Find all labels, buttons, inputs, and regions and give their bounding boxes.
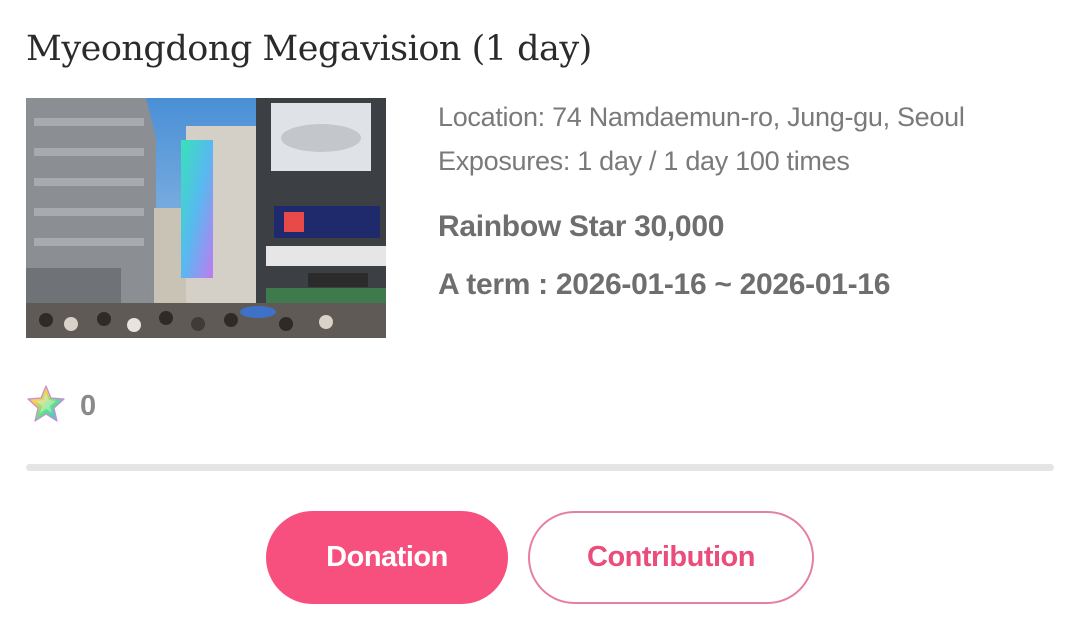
billboard-photo (26, 98, 386, 338)
contribution-button[interactable]: Contribution (528, 511, 814, 604)
term-text: A term : 2026-01-16 ~ 2026-01-16 (438, 268, 891, 301)
divider (26, 464, 1054, 471)
star-rating: 0 (26, 384, 97, 429)
rainbow-star-icon (26, 384, 66, 429)
item-title: Myeongdong Megavision (1 day) (26, 29, 592, 69)
price-text: Rainbow Star 30,000 (438, 210, 725, 243)
star-count: 0 (80, 389, 97, 422)
location-text: Location: 74 Namdaemun-ro, Jung-gu, Seou… (438, 102, 965, 132)
donation-button[interactable]: Donation (266, 511, 508, 604)
ad-item-card: Myeongdong Megavision (1 day) Location: … (0, 0, 1080, 632)
exposures-text: Exposures: 1 day / 1 day 100 times (438, 146, 850, 176)
